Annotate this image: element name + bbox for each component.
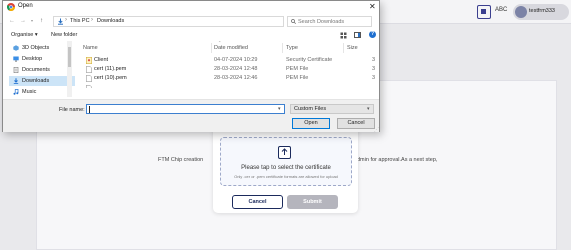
certificate-file-icon	[86, 57, 92, 64]
resize-grip-icon[interactable]: ⋰	[374, 127, 379, 133]
downloads-icon	[13, 78, 19, 84]
search-placeholder: Search Downloads	[298, 19, 345, 25]
dialog-title: Open	[18, 3, 33, 9]
column-header-name[interactable]: Name	[83, 45, 98, 51]
drop-zone-title: Please tap to select the certificate	[241, 165, 331, 171]
sidebar-item-documents[interactable]: Documents	[9, 65, 75, 75]
sidebar-item-label: 3D Objects	[22, 45, 50, 51]
username: testfrm333	[529, 8, 555, 14]
modal-submit-button[interactable]: Submit	[287, 195, 338, 209]
file-row-partial[interactable]	[81, 84, 374, 88]
company-name: ABC	[495, 7, 508, 13]
close-icon[interactable]: ✕	[369, 1, 376, 12]
file-size: 3	[372, 57, 376, 63]
3d-objects-icon	[13, 45, 19, 51]
file-type: Security Certificate	[286, 57, 333, 63]
file-date: 28-03-2024 12:46	[214, 75, 258, 81]
search-input[interactable]: Search Downloads	[287, 16, 372, 27]
navigation-pane-scrollbar[interactable]	[67, 41, 72, 97]
chevron-down-icon[interactable]: ▾	[278, 106, 281, 112]
upload-icon	[278, 146, 291, 159]
column-header-size[interactable]: Size	[347, 45, 358, 51]
new-folder-button[interactable]: New folder	[51, 32, 77, 38]
sidebar-item-music[interactable]: Music	[9, 87, 75, 97]
sidebar-item-desktop[interactable]: Desktop	[9, 54, 75, 64]
dialog-title-bar[interactable]: Open ✕	[3, 1, 379, 13]
column-divider	[282, 43, 283, 53]
sidebar-item-label: Music	[22, 89, 37, 95]
organise-button[interactable]: Organise ▾	[11, 32, 38, 38]
file-date: 04-07-2024 10:29	[214, 57, 258, 63]
command-bar: Organise ▾ New folder ?	[3, 30, 379, 41]
downloads-folder-icon	[58, 18, 63, 25]
preview-pane-icon[interactable]	[354, 32, 361, 38]
breadcrumb-this-pc[interactable]: This PC	[70, 18, 90, 24]
description-text-left: FTM Chip creation	[158, 157, 204, 163]
breadcrumb-separator: ›	[65, 17, 67, 23]
navigation-pane: 3D Objects Desktop Documents Downloads M…	[9, 41, 75, 97]
file-name: cert (10).pem	[94, 75, 127, 81]
address-bar[interactable]: › This PC › Downloads ▾ ↻	[53, 16, 331, 27]
file-icon	[86, 75, 92, 82]
text-caret	[89, 106, 90, 113]
file-size: 3	[372, 66, 376, 72]
open-button[interactable]: Open	[292, 118, 330, 129]
back-icon[interactable]: ←	[9, 17, 15, 25]
file-name-input[interactable]: ▾	[86, 104, 285, 114]
file-name: Client	[94, 57, 109, 63]
file-name: cert (11).pem	[94, 66, 127, 72]
file-type-select[interactable]: Custom Files ▾	[290, 104, 374, 114]
file-name-area: File name: ▾ Custom Files ▾ Open Cancel …	[3, 99, 379, 133]
column-divider	[343, 43, 344, 53]
file-name-label: File name:	[59, 107, 85, 113]
column-header-date-modified[interactable]: Date modified	[214, 45, 248, 51]
forward-icon[interactable]: →	[20, 17, 26, 25]
documents-icon	[13, 67, 19, 73]
file-icon	[86, 85, 92, 88]
file-row[interactable]: cert (11).pem 28-03-2024 12:48 PEM File …	[81, 65, 376, 74]
recent-locations-icon[interactable]: ▾	[31, 17, 33, 25]
up-icon[interactable]: ↑	[40, 17, 43, 25]
company-logo-icon	[477, 5, 491, 19]
help-icon[interactable]: ?	[369, 31, 376, 38]
column-divider	[211, 43, 212, 53]
music-icon	[13, 89, 19, 95]
file-date: 28-03-2024 12:48	[214, 66, 258, 72]
modal-cancel-button[interactable]: Cancel	[232, 195, 283, 209]
dialog-cancel-button[interactable]: Cancel	[337, 118, 375, 129]
chevron-down-icon: ▾	[367, 106, 370, 112]
search-icon	[291, 19, 296, 24]
breadcrumb-downloads[interactable]: Downloads	[97, 18, 124, 24]
avatar	[515, 6, 527, 18]
sidebar-item-label: Downloads	[22, 78, 50, 84]
file-size: 3	[372, 75, 376, 81]
view-options-icon[interactable]	[340, 32, 347, 39]
navigation-bar: ← → ▾ ↑ › This PC › Downloads ▾ ↻ Search…	[3, 13, 379, 29]
sidebar-item-3d-objects[interactable]: 3D Objects	[9, 43, 75, 53]
file-type-value: Custom Files	[294, 106, 327, 112]
user-menu[interactable]: testfrm333	[513, 4, 569, 20]
file-type: PEM File	[286, 75, 309, 81]
breadcrumb-separator: ›	[91, 17, 93, 23]
drop-zone-hint: Only .cer or .pem certificate formats ar…	[234, 174, 338, 179]
file-icon	[86, 66, 92, 73]
open-file-dialog: Open ✕ ← → ▾ ↑ › This PC › Downloads ▾ ↻…	[2, 0, 380, 133]
file-row[interactable]: Client 04-07-2024 10:29 Security Certifi…	[81, 56, 376, 65]
sidebar-item-label: Desktop	[22, 56, 43, 62]
description-text-right: dmin for approval.As a next step,	[357, 157, 438, 163]
sidebar-item-label: Documents	[22, 67, 50, 73]
sidebar-item-downloads[interactable]: Downloads	[9, 76, 75, 86]
desktop-icon	[13, 56, 19, 62]
column-header-type[interactable]: Type	[286, 45, 298, 51]
file-type: PEM File	[286, 66, 309, 72]
file-row[interactable]: cert (10).pem 28-03-2024 12:46 PEM File …	[81, 74, 376, 83]
chrome-icon	[7, 3, 15, 11]
